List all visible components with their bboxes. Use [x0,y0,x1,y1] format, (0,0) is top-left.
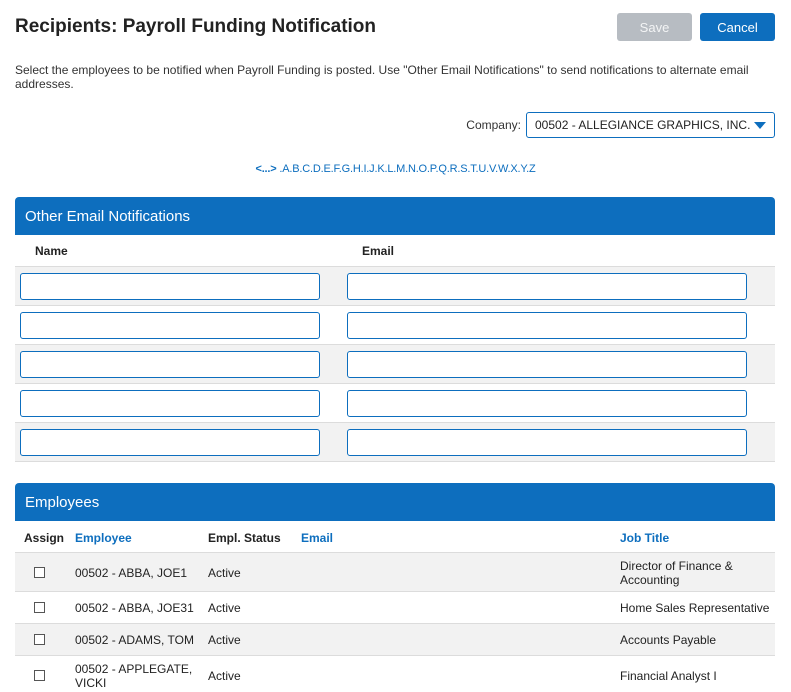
email-entry-row [15,345,775,384]
email-input[interactable] [347,312,747,339]
employees-panel: Employees Assign Employee Empl. Status E… [15,483,775,692]
email-entry-row [15,384,775,423]
alpha-letter-n[interactable]: N [408,163,416,175]
assign-checkbox[interactable] [34,567,45,578]
status-cell: Active [208,566,241,580]
email-column-sort[interactable]: Email [301,531,333,545]
table-row: 00502 - ADAMS, TOM Active Accounts Payab… [15,624,775,656]
assign-column-header: Assign [24,531,65,545]
email-input[interactable] [347,390,747,417]
company-dropdown[interactable]: 00502 - ALLEGIANCE GRAPHICS, INC. [526,112,775,138]
alpha-letter-q[interactable]: Q [438,163,447,175]
status-cell: Active [208,633,241,647]
assign-checkbox[interactable] [34,634,45,645]
job-title-cell: Financial Analyst I [620,669,717,683]
other-email-header: Other Email Notifications [15,197,775,235]
company-selected-value: 00502 - ALLEGIANCE GRAPHICS, INC. [535,118,751,132]
job-title-column-sort[interactable]: Job Title [620,531,669,545]
alpha-letter-e[interactable]: E [323,163,330,175]
page: Recipients: Payroll Funding Notification… [0,0,791,692]
cancel-button[interactable]: Cancel [700,13,775,41]
alpha-letter-w[interactable]: W [498,163,508,175]
alpha-letter-u[interactable]: U [478,163,486,175]
table-row: 00502 - ABBA, JOE31 Active Home Sales Re… [15,592,775,624]
employees-column-headers: Assign Employee Empl. Status Email Job T… [15,521,775,553]
status-cell: Active [208,669,241,683]
name-input[interactable] [20,273,320,300]
employee-cell: 00502 - ABBA, JOE1 [75,566,188,580]
intro-text: Select the employees to be notified when… [15,63,749,91]
name-input[interactable] [20,390,320,417]
page-title: Recipients: Payroll Funding Notification [15,16,377,37]
job-title-cell: Director of Finance & Accounting [620,559,733,587]
name-input[interactable] [20,312,320,339]
name-column-header: Name [35,243,68,258]
status-cell: Active [208,601,241,615]
chevron-down-icon [754,121,766,129]
other-email-column-headers: Name Email [15,235,775,267]
alpha-letter-x[interactable]: X [510,163,517,175]
job-title-cell: Home Sales Representative [620,601,770,615]
other-email-panel: Other Email Notifications Name Email [15,197,775,462]
alpha-letter-g[interactable]: G [342,163,351,175]
alpha-letter-m[interactable]: M [396,163,405,175]
email-entry-row [15,267,775,306]
alpha-range-link[interactable]: <...> [255,163,276,175]
job-title-cell: Accounts Payable [620,633,717,647]
alphabet-filter: <...> .A.B.C.D.E.F.G.H.I.J.K.L.M.N.O.P.Q… [0,163,791,175]
email-input[interactable] [347,429,747,456]
assign-checkbox[interactable] [34,670,45,681]
assign-checkbox[interactable] [34,602,45,613]
alpha-letter-c[interactable]: C [302,163,310,175]
email-input[interactable] [347,351,747,378]
save-button[interactable]: Save [617,13,692,41]
table-row: 00502 - ABBA, JOE1 Active Director of Fi… [15,553,775,592]
employee-cell: 00502 - ABBA, JOE31 [75,601,194,615]
alpha-letter-d[interactable]: D [313,163,321,175]
email-input[interactable] [347,273,747,300]
email-entry-row [15,423,775,462]
name-input[interactable] [20,429,320,456]
employees-header: Employees [15,483,775,521]
status-column-header: Empl. Status [208,531,281,545]
email-entry-row [15,306,775,345]
employee-column-sort[interactable]: Employee [75,531,132,545]
table-row: 00502 - APPLEGATE, VICKI Active Financia… [15,656,775,692]
company-label: Company: [466,118,521,132]
employee-cell: 00502 - ADAMS, TOM [75,633,194,647]
alpha-letter-z[interactable]: Z [529,163,536,175]
alpha-letter-o[interactable]: O [419,163,428,175]
alpha-letter-h[interactable]: H [353,163,361,175]
name-input[interactable] [20,351,320,378]
company-selector: Company: 00502 - ALLEGIANCE GRAPHICS, IN… [466,112,775,138]
employee-cell: 00502 - APPLEGATE, VICKI [75,662,193,690]
email-column-header: Email [362,243,395,258]
